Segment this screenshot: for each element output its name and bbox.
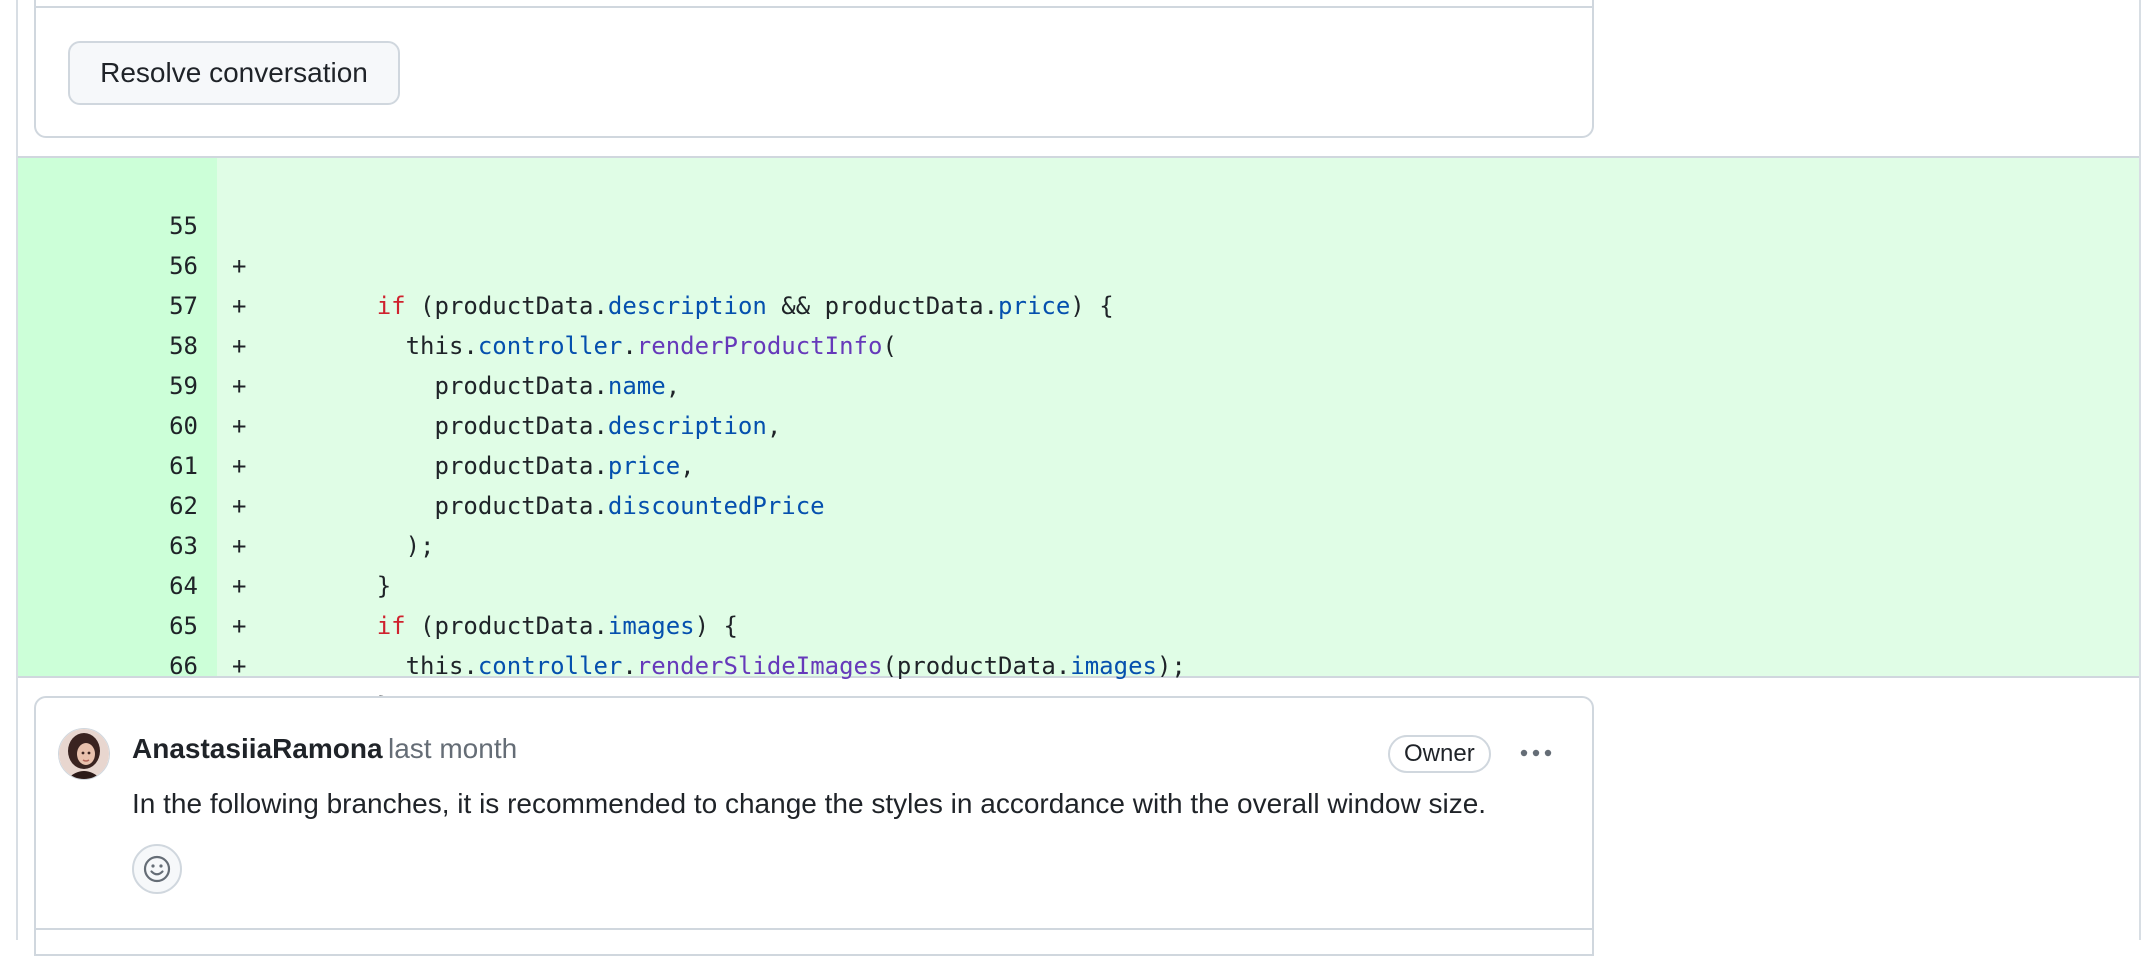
diff-line[interactable]: 56 + this.controller.renderProductInfo( bbox=[18, 206, 2139, 360]
diff-line[interactable]: 66 + } bbox=[18, 606, 2139, 760]
diff-line[interactable]: 59 + productData.price, bbox=[18, 326, 2139, 480]
kebab-horizontal-icon bbox=[1520, 749, 1552, 757]
owner-badge: Owner bbox=[1388, 735, 1491, 773]
resolve-conversation-button[interactable]: Resolve conversation bbox=[68, 41, 400, 105]
comment-author[interactable]: AnastasiiaRamona bbox=[132, 733, 383, 765]
add-reaction-button[interactable] bbox=[132, 844, 182, 894]
diff-line[interactable]: 65 + } bbox=[18, 566, 2139, 720]
comment-body: In the following branches, it is recomme… bbox=[132, 788, 1487, 819]
diff-line[interactable]: 60 + productData.discountedPrice bbox=[18, 366, 2139, 520]
diff-line[interactable]: 67 + } bbox=[18, 646, 2139, 800]
diff-line[interactable]: 61 + ); bbox=[18, 406, 2139, 560]
diff-line[interactable]: 63 + if (productData.images) { bbox=[18, 486, 2139, 640]
diff-line[interactable]: 64 + this.controller.renderSlideImages(p… bbox=[18, 526, 2139, 680]
diff-line[interactable]: 57 + productData.name, bbox=[18, 246, 2139, 400]
thread-divider bbox=[34, 6, 1594, 8]
diff-hunk: 55 + if (productData.description && prod… bbox=[18, 156, 2139, 800]
smiley-icon bbox=[143, 855, 171, 883]
comment-divider bbox=[36, 928, 1592, 930]
diff-line[interactable]: 55 + if (productData.description && prod… bbox=[18, 166, 2139, 320]
comment-options-button[interactable] bbox=[1514, 735, 1558, 771]
diff-line[interactable]: 62 + } bbox=[18, 446, 2139, 600]
avatar-image bbox=[59, 729, 109, 779]
diff-line[interactable]: 58 + productData.description, bbox=[18, 286, 2139, 440]
avatar[interactable] bbox=[58, 728, 110, 780]
comment-timestamp[interactable]: last month bbox=[388, 733, 517, 765]
